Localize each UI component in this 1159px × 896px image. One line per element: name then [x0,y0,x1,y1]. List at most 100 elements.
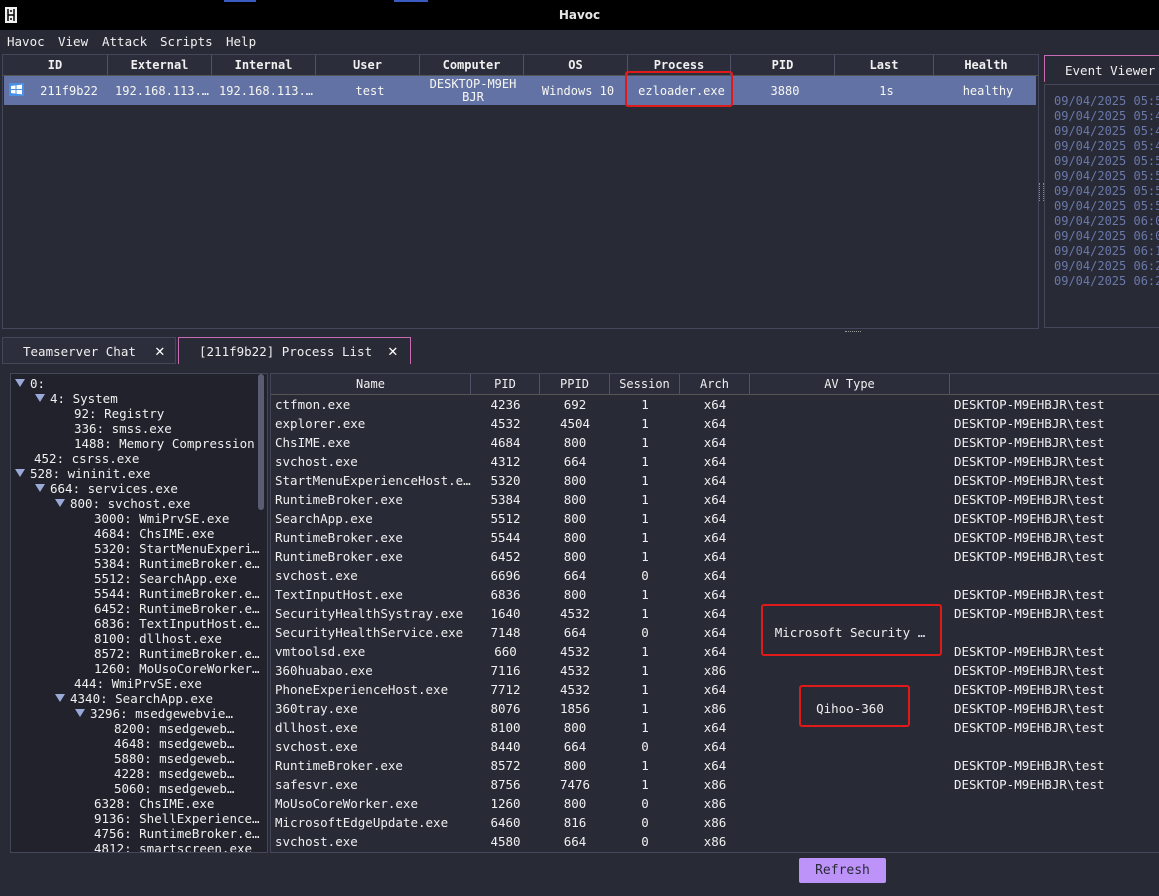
event-viewer-log[interactable]: 09/04/2025 05:5 09/04/2025 05:4 09/04/20… [1044,84,1159,328]
column-header-os[interactable]: OS [524,55,628,75]
table-row[interactable]: svchost.exe 4312 664 1 x64 DESKTOP-M9EHBJR\te… [271,452,1159,471]
table-row[interactable]: TextInputHost.exe 6836 800 1 x64 DESKTOP-M9EH… [271,585,1159,604]
table-row[interactable]: svchost.exe 4580 664 0 x86 [271,832,1159,851]
expand-arrow-icon[interactable] [35,484,45,492]
tree-node[interactable]: 8200: msedgeweb… [114,721,234,736]
expand-arrow-icon[interactable] [55,694,65,702]
tree-node[interactable]: 3000: WmiPrvSE.exe [94,511,229,526]
table-row[interactable]: RuntimeBroker.exe 8572 800 1 x64 DESKTOP-M9EH… [271,756,1159,775]
tree-node[interactable]: 5880: msedgeweb… [114,751,234,766]
tree-node[interactable]: 800: svchost.exe [55,496,190,511]
column-header-arch[interactable]: Arch [680,374,750,394]
tree-node[interactable]: 6452: RuntimeBroker.e… [94,601,260,616]
event-line: 09/04/2025 05:4 [1054,124,1159,138]
menu-havoc[interactable]: Havoc [7,34,45,49]
expand-arrow-icon[interactable] [15,379,25,387]
table-row[interactable]: SecurityHealthSystray.exe 1640 4532 1 x64 DES… [271,604,1159,623]
column-header-pid[interactable]: PID [471,374,540,394]
column-header-computer[interactable]: Computer [420,55,524,75]
expand-arrow-icon[interactable] [15,469,25,477]
tree-scrollbar[interactable] [258,374,264,510]
tree-node[interactable]: 4812: smartscreen.exe [94,841,252,852]
tree-node[interactable]: 4648: msedgeweb… [114,736,234,751]
tab-teamserver-chat[interactable]: Teamserver Chat ✕ [2,337,176,364]
column-header-pid[interactable]: PID [731,55,835,75]
tree-node[interactable]: 5384: RuntimeBroker.e… [94,556,260,571]
menu-help[interactable]: Help [226,34,256,49]
tree-node[interactable]: 1260: MoUsoCoreWorker… [94,661,260,676]
tab-process-list[interactable]: [211f9b22] Process List ✕ [178,337,411,364]
table-row[interactable]: dllhost.exe 8100 800 1 x64 DESKTOP-M9EHBJR\te… [271,718,1159,737]
tree-node[interactable]: 92: Registry [74,406,164,421]
column-header-health[interactable]: Health [934,55,1038,75]
cell-arch: x64 [703,530,727,545]
tab-process-list-label: [211f9b22] Process List [199,344,373,359]
tree-node[interactable]: 6836: TextInputHost.e… [94,616,260,631]
column-header-last[interactable]: Last [835,55,934,75]
column-header-ppid[interactable]: PPID [540,374,610,394]
tree-node[interactable]: 4756: RuntimeBroker.e… [94,826,260,841]
table-row[interactable]: MicrosoftEdgeUpdate.exe 6460 816 0 x86 [271,813,1159,832]
menu-attack[interactable]: Attack [102,34,147,49]
tree-node[interactable]: 3296: msedgewebvie… [75,706,233,721]
title-bar: Havoc [0,0,1159,30]
column-header-av-type[interactable]: AV Type [750,374,950,394]
horizontal-splitter[interactable] [0,329,1159,335]
tree-node[interactable]: 664: services.exe [35,481,178,496]
tree-node[interactable]: 5544: RuntimeBroker.e… [94,586,260,601]
table-row[interactable]: SecurityHealthService.exe 7148 664 0 x64 Micr… [271,623,1159,642]
tree-node[interactable]: 0: [15,376,45,391]
table-row[interactable]: SearchApp.exe 5512 800 1 x64 DESKTOP-M9EHBJR\… [271,509,1159,528]
tree-node[interactable]: 5512: SearchApp.exe [94,571,237,586]
tree-node[interactable]: 8572: RuntimeBroker.e… [94,646,260,661]
table-row[interactable]: MoUsoCoreWorker.exe 1260 800 0 x86 [271,794,1159,813]
table-row[interactable]: RuntimeBroker.exe 6452 800 1 x64 DESKTOP-M9EH… [271,547,1159,566]
table-row[interactable]: RuntimeBroker.exe 5544 800 1 x64 DESKTOP-M9EH… [271,528,1159,547]
tree-node[interactable]: 6328: ChsIME.exe [94,796,214,811]
column-header-name[interactable]: Name [271,374,471,394]
tree-node[interactable]: 1488: Memory Compression [74,436,255,451]
tree-node[interactable]: 8100: dllhost.exe [94,631,222,646]
vertical-splitter-handle[interactable] [1039,183,1044,201]
tab-event-viewer[interactable]: Event Viewer [1044,55,1159,82]
column-header-user[interactable]: User [316,55,420,75]
table-row[interactable]: RuntimeBroker.exe 5384 800 1 x64 DESKTOP-M9EH… [271,490,1159,509]
tree-node[interactable]: 5060: msedgeweb… [114,781,234,796]
tree-node[interactable]: 452: csrss.exe [34,451,139,466]
menu-scripts[interactable]: Scripts [160,34,213,49]
expand-arrow-icon[interactable] [35,394,45,402]
tree-node[interactable]: 444: WmiPrvSE.exe [74,676,202,691]
table-row[interactable]: svchost.exe 6696 664 0 x64 [271,566,1159,585]
tree-node[interactable]: 4684: ChsIME.exe [94,526,214,541]
column-header-session[interactable]: Session [610,374,680,394]
refresh-button[interactable]: Refresh [799,858,886,883]
table-row[interactable]: explorer.exe 4532 4504 1 x64 DESKTOP-M9EHBJR\… [271,414,1159,433]
expand-arrow-icon[interactable] [55,499,65,507]
table-row[interactable]: 360tray.exe 8076 1856 1 x86 Qihoo-360 DESKTOP-… [271,699,1159,718]
table-row[interactable]: ctfmon.exe 4236 692 1 x64 DESKTOP-M9EHBJR\tes… [271,395,1159,414]
table-row[interactable]: svchost.exe 8440 664 0 x64 [271,737,1159,756]
column-header-user[interactable] [950,374,1159,394]
column-header-external[interactable]: External [108,55,212,75]
tree-node[interactable]: 528: wininit.exe [15,466,150,481]
menu-view[interactable]: View [58,34,88,49]
tree-node[interactable]: 336: smss.exe [74,421,172,436]
table-row[interactable]: 360huabao.exe 7116 4532 1 x86 DESKTOP-M9EHBJR… [271,661,1159,680]
expand-arrow-icon[interactable] [75,709,85,717]
close-icon[interactable]: ✕ [388,341,398,360]
table-row[interactable]: StartMenuExperienceHost.e… 5320 800 1 x64 DES… [271,471,1159,490]
column-header-id[interactable]: ID [3,55,108,75]
tree-node[interactable]: 4340: SearchApp.exe [55,691,213,706]
tree-node[interactable]: 4: System [35,391,118,406]
table-row[interactable]: safesvr.exe 8756 7476 1 x86 DESKTOP-M9EHBJR\t… [271,775,1159,794]
table-row[interactable]: PhoneExperienceHost.exe 7712 4532 1 x64 DESKT… [271,680,1159,699]
tree-node[interactable]: 5320: StartMenuExperi… [94,541,260,556]
tree-node[interactable]: 4228: msedgeweb… [114,766,234,781]
table-row[interactable]: ChsIME.exe 4684 800 1 x64 DESKTOP-M9EHBJR\tes… [271,433,1159,452]
close-icon[interactable]: ✕ [155,341,165,360]
column-header-internal[interactable]: Internal [212,55,316,75]
tree-node-label: 6836: TextInputHost.e… [94,616,260,631]
tree-node[interactable]: 9136: ShellExperience… [94,811,260,826]
table-row[interactable]: vmtoolsd.exe 660 4532 1 x64 DESKTOP-M9EHBJR\t… [271,642,1159,661]
session-row[interactable]: 211f9b22 192.168.113.… 192.168.113.… tes… [4,76,1036,105]
